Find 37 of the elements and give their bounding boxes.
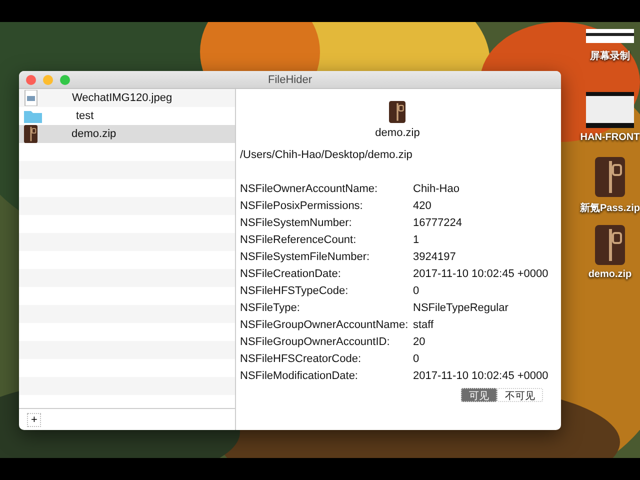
add-button[interactable]: + — [27, 412, 42, 426]
file-path: /Users/Chih-Hao/Desktop/demo.zip — [240, 149, 414, 161]
attribute-value: 3924197 — [413, 251, 457, 263]
attribute-value: 16777224 — [413, 217, 463, 229]
file-row[interactable]: demo.zip — [19, 125, 235, 143]
attribute-value: 20 — [413, 336, 426, 348]
attribute-key: NSFileType: — [240, 302, 413, 314]
visibility-segment[interactable]: 可见 — [461, 388, 497, 402]
attribute-value: NSFileTypeRegular — [413, 302, 510, 314]
file-row[interactable]: test — [19, 107, 235, 125]
attribute-value: 2017-11-10 10:02:45 +0000 — [413, 370, 550, 382]
attribute-value: Chih-Hao — [413, 183, 460, 195]
attribute-key: NSFileOwnerAccountName: — [240, 183, 413, 195]
file-row[interactable]: WechatIMG120.jpeg — [19, 89, 235, 107]
attribute-value: 1 — [413, 234, 420, 246]
attribute-key: NSFileHFSTypeCode: — [240, 285, 413, 297]
desktop-icon-label[interactable]: demo.zip — [588, 269, 632, 280]
visibility-segment[interactable]: 不可见 — [497, 388, 543, 402]
attribute-value: 0 — [413, 353, 420, 365]
desktop-icon-label[interactable]: 新氪Pass.zip — [580, 201, 640, 215]
attribute-value: 420 — [413, 200, 432, 212]
attribute-value: 0 — [413, 285, 420, 297]
attribute-key: NSFileSystemNumber: — [240, 217, 413, 229]
desktop-icon-label[interactable]: HAN-FRONT — [580, 132, 640, 143]
attribute-key: NSFileModificationDate: — [240, 370, 413, 382]
attribute-value: 2017-11-10 10:02:45 +0000 — [413, 268, 550, 280]
attribute-value: staff — [413, 319, 435, 331]
desktop-icon-label[interactable]: 屏幕录制 — [590, 49, 630, 63]
attribute-key: NSFileReferenceCount: — [240, 234, 413, 246]
attribute-key: NSFileCreationDate: — [240, 268, 413, 280]
attribute-key: NSFileGroupOwnerAccountID: — [240, 336, 413, 348]
attribute-key: NSFileGroupOwnerAccountName: — [240, 319, 413, 331]
attribute-key: NSFilePosixPermissions: — [240, 200, 413, 212]
window-title: FileHider — [268, 74, 312, 86]
file-name: demo.zip — [375, 127, 420, 139]
attribute-key: NSFileHFSCreatorCode: — [240, 353, 413, 365]
attribute-key: NSFileSystemFileNumber: — [240, 251, 413, 263]
